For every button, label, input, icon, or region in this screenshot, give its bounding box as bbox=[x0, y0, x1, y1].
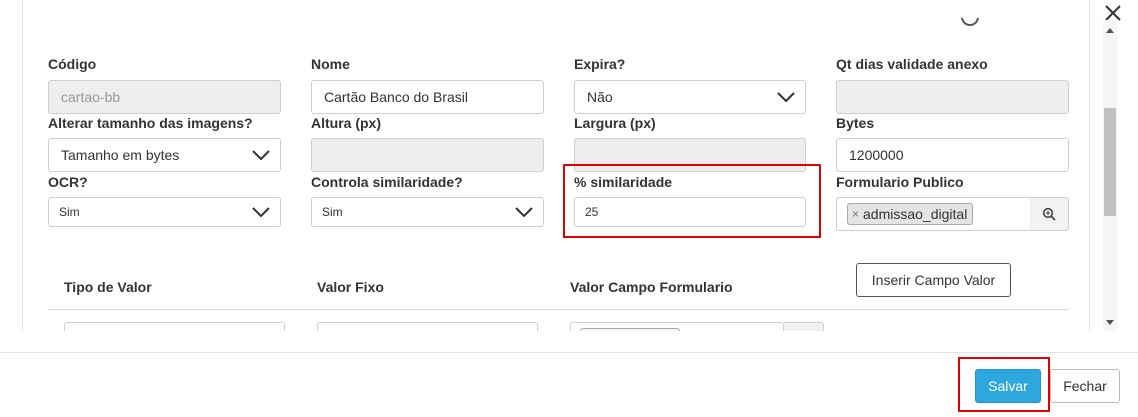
row-valor-campo-search-button[interactable] bbox=[784, 322, 824, 331]
expira-label: Expira? bbox=[574, 56, 626, 72]
codigo-label: Código bbox=[48, 56, 97, 72]
alterar-tamanho-label: Alterar tamanho das imagens? bbox=[48, 115, 253, 131]
tag-remove-icon[interactable]: × bbox=[852, 207, 859, 221]
formulario-tag: × admissao_digital bbox=[847, 203, 974, 225]
alterar-tamanho-value: Tamanho em bytes bbox=[61, 147, 180, 163]
ocr-value: Sim bbox=[59, 205, 80, 219]
save-button[interactable]: Salvar bbox=[975, 369, 1041, 403]
row-tipo-valor-select[interactable] bbox=[64, 322, 285, 331]
similaridade-field[interactable]: 25 bbox=[574, 197, 806, 227]
scroll-down-arrow[interactable] bbox=[1106, 320, 1114, 325]
row-valor-campo-tag bbox=[580, 328, 680, 331]
altura-field bbox=[311, 138, 544, 172]
modal-body: Código cartao-bb Nome Cartão Banco do Br… bbox=[0, 0, 1118, 331]
expira-value: Não bbox=[587, 89, 613, 105]
scroll-thumb[interactable] bbox=[1104, 108, 1116, 216]
search-icon bbox=[1042, 207, 1056, 221]
chevron-down-icon bbox=[252, 207, 270, 217]
ocr-label: OCR? bbox=[48, 174, 88, 190]
col-header-tipo-valor: Tipo de Valor bbox=[64, 279, 152, 295]
qt-dias-label: Qt dias validade anexo bbox=[836, 56, 988, 72]
bytes-label: Bytes bbox=[836, 115, 875, 131]
nome-label: Nome bbox=[311, 56, 350, 72]
vertical-scrollbar[interactable] bbox=[1103, 20, 1117, 331]
controla-similaridade-value: Sim bbox=[322, 205, 343, 219]
col-header-valor-fixo: Valor Fixo bbox=[317, 279, 384, 295]
largura-label: Largura (px) bbox=[574, 115, 656, 131]
chevron-down-icon bbox=[777, 92, 795, 102]
ocr-select[interactable]: Sim bbox=[48, 197, 281, 227]
controla-similaridade-label: Controla similaridade? bbox=[311, 174, 463, 190]
panel-right-border bbox=[1089, 0, 1090, 331]
row-valor-fixo-field[interactable] bbox=[317, 322, 538, 331]
panel-left-border bbox=[22, 0, 23, 331]
info-icon[interactable] bbox=[961, 17, 979, 26]
bytes-field[interactable]: 1200000 bbox=[836, 138, 1069, 172]
codigo-field: cartao-bb bbox=[48, 80, 281, 114]
altura-label: Altura (px) bbox=[311, 115, 381, 131]
chevron-down-icon bbox=[252, 150, 270, 160]
alterar-tamanho-select[interactable]: Tamanho em bytes bbox=[48, 138, 281, 172]
insert-field-value-button[interactable]: Inserir Campo Valor bbox=[856, 263, 1011, 297]
close-button[interactable]: Fechar bbox=[1050, 369, 1120, 403]
expira-select[interactable]: Não bbox=[574, 80, 806, 114]
chevron-down-icon bbox=[515, 207, 533, 217]
footer-divider bbox=[0, 352, 1138, 353]
formulario-publico-label: Formulario Publico bbox=[836, 174, 964, 190]
similaridade-label: % similaridade bbox=[574, 174, 673, 190]
controla-similaridade-select[interactable]: Sim bbox=[311, 197, 544, 227]
table-header-divider bbox=[48, 309, 1069, 310]
nome-field[interactable]: Cartão Banco do Brasil bbox=[311, 80, 544, 114]
tag-label: admissao_digital bbox=[863, 206, 968, 222]
scroll-up-arrow[interactable] bbox=[1106, 28, 1114, 33]
qt-dias-field bbox=[836, 80, 1069, 114]
col-header-valor-campo-formulario: Valor Campo Formulario bbox=[570, 279, 733, 295]
formulario-search-button[interactable] bbox=[1030, 197, 1069, 231]
